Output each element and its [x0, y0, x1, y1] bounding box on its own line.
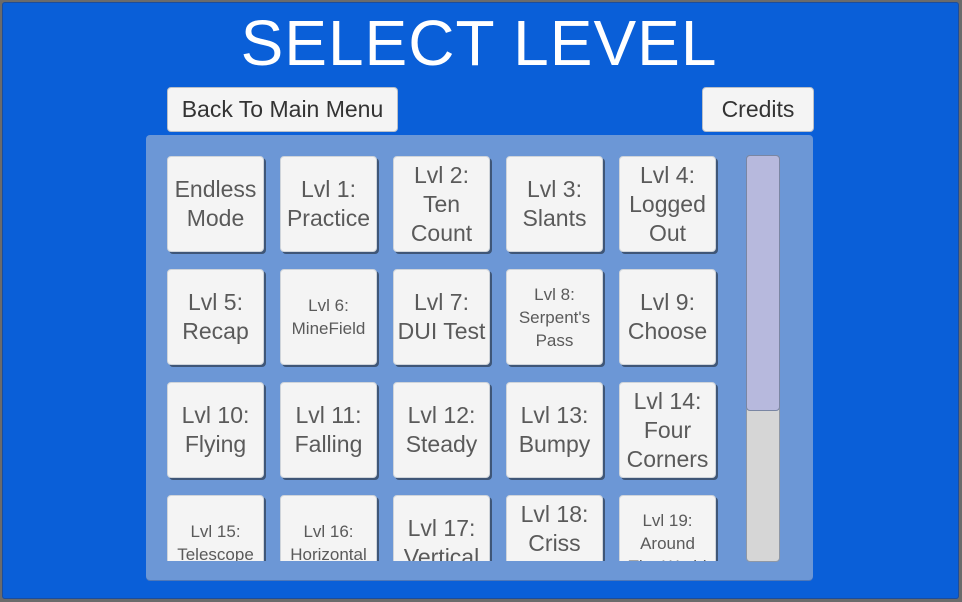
- level-button-label: Lvl 4: Logged Out: [629, 161, 706, 246]
- level-button-label: Lvl 2: Ten Count: [410, 161, 473, 246]
- level-button-label: Lvl 18: Criss Cross: [520, 500, 589, 562]
- level-button[interactable]: Lvl 12: Steady: [393, 382, 490, 478]
- level-button[interactable]: Lvl 17: Vertical: [393, 495, 490, 561]
- page-title: SELECT LEVEL: [240, 7, 718, 79]
- level-button[interactable]: Endless Mode: [167, 156, 264, 252]
- level-button-label: Lvl 14: Four Corners: [626, 387, 709, 472]
- level-button-label: Lvl 8: Serpent's Pass: [518, 284, 591, 350]
- level-button-label: Lvl 19: Around The World: [628, 510, 706, 562]
- level-button[interactable]: Lvl 18: Criss Cross: [506, 495, 603, 561]
- level-button-label: Endless Mode: [174, 176, 257, 231]
- level-button[interactable]: Lvl 15: Telescope: [167, 495, 264, 561]
- level-button-label: Lvl 1: Practice: [286, 176, 371, 231]
- level-button-label: Lvl 12: Steady: [405, 402, 478, 457]
- level-button[interactable]: Lvl 11: Falling: [280, 382, 377, 478]
- level-button[interactable]: Lvl 19: Around The World: [619, 495, 716, 561]
- vertical-scrollbar[interactable]: [746, 155, 780, 562]
- level-button-label: Lvl 13: Bumpy: [518, 402, 591, 457]
- level-button[interactable]: Lvl 6: MineField: [280, 269, 377, 365]
- level-grid: Endless Mode Lvl 1: Practice Lvl 2: Ten Co…: [164, 153, 744, 561]
- back-to-main-menu-button[interactable]: Back To Main Menu: [167, 87, 398, 132]
- level-scroll-panel: Endless Mode Lvl 1: Practice Lvl 2: Ten Co…: [146, 135, 813, 580]
- level-button[interactable]: Lvl 1: Practice: [280, 156, 377, 252]
- level-button[interactable]: Lvl 3: Slants: [506, 156, 603, 252]
- level-button-label: Lvl 3: Slants: [522, 176, 587, 231]
- level-button[interactable]: Lvl 16: Horizontal: [280, 495, 377, 561]
- level-button-label: Lvl 5: Recap: [182, 289, 249, 344]
- scrollbar-handle[interactable]: [746, 155, 780, 411]
- level-button[interactable]: Lvl 2: Ten Count: [393, 156, 490, 252]
- level-button[interactable]: Lvl 5: Recap: [167, 269, 264, 365]
- level-button-label: Lvl 15: Telescope: [177, 522, 254, 561]
- level-button[interactable]: Lvl 10: Flying: [167, 382, 264, 478]
- level-button-label: Lvl 9: Choose: [627, 289, 708, 344]
- level-button-label: Lvl 7: DUI Test: [397, 289, 486, 344]
- level-button[interactable]: Lvl 14: Four Corners: [619, 382, 716, 478]
- level-button[interactable]: Lvl 4: Logged Out: [619, 156, 716, 252]
- level-button-label: Lvl 10: Flying: [181, 402, 250, 457]
- credits-button[interactable]: Credits: [702, 87, 814, 132]
- level-button-label: Lvl 17: Vertical: [403, 515, 480, 561]
- level-button-label: Lvl 11: Falling: [294, 402, 363, 457]
- level-button[interactable]: Lvl 7: DUI Test: [393, 269, 490, 365]
- level-button-label: Lvl 16: Horizontal: [290, 522, 367, 561]
- level-button[interactable]: Lvl 13: Bumpy: [506, 382, 603, 478]
- level-button[interactable]: Lvl 8: Serpent's Pass: [506, 269, 603, 365]
- level-button-label: Lvl 6: MineField: [291, 296, 366, 338]
- level-button[interactable]: Lvl 9: Choose: [619, 269, 716, 365]
